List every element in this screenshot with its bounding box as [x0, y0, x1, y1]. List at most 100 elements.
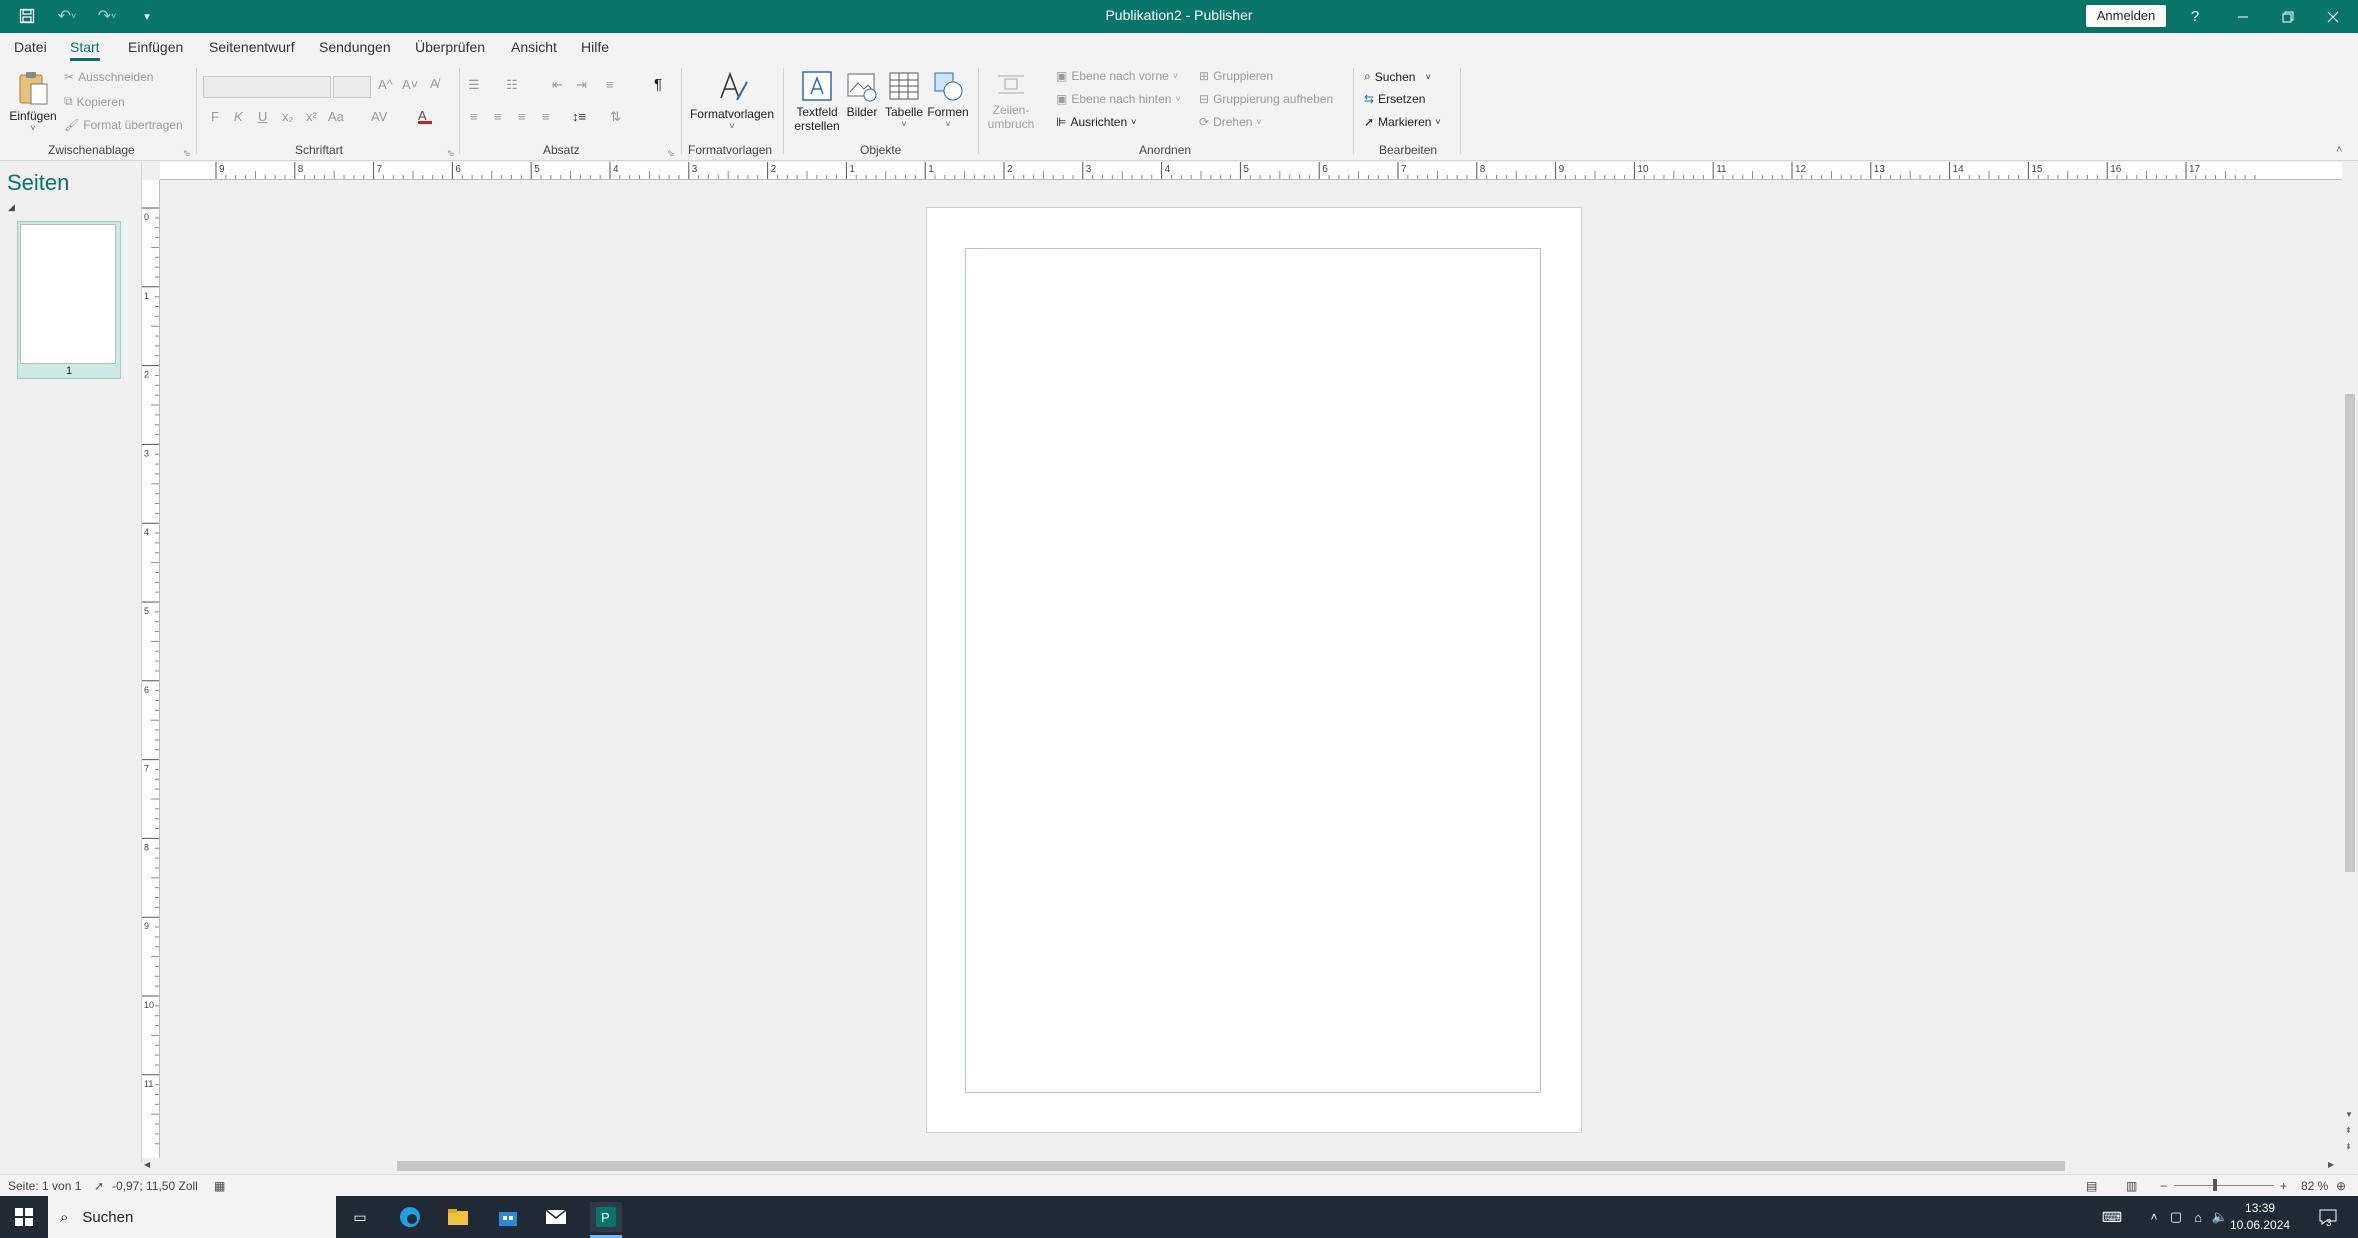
document-canvas[interactable] [160, 180, 2342, 1162]
collapse-triangle-icon[interactable]: ◢ [8, 202, 15, 213]
cut-button[interactable]: ✂ Ausschneiden [64, 70, 153, 84]
two-page-view-icon[interactable]: ▥ [2126, 1179, 2137, 1193]
page-thumbnail[interactable]: 1 [17, 221, 121, 379]
fit-page-icon[interactable]: ⊕ [2336, 1179, 2346, 1193]
tab-start[interactable]: Start [70, 39, 100, 61]
tab-seitenentwurf[interactable]: Seitenentwurf [209, 39, 295, 55]
bullets-icon[interactable]: ☰ [468, 77, 480, 93]
styles-button[interactable]: Formatvorlagen ˅ [686, 70, 778, 131]
italic-button[interactable]: K [234, 109, 243, 124]
underline-button[interactable]: U [258, 109, 267, 124]
scroll-right-icon[interactable]: ▶ [2328, 1160, 2334, 1169]
character-spacing-icon[interactable]: AV [371, 109, 387, 124]
font-color-icon[interactable]: A [418, 108, 432, 124]
copy-button[interactable]: ⧉ Kopieren [64, 94, 125, 109]
task-view-icon[interactable]: ▭ [344, 1202, 376, 1232]
vertical-scrollbar[interactable]: ▼ ⇞ ⇟ [2342, 162, 2358, 1162]
table-button[interactable]: Tabelle ˅ [882, 70, 926, 129]
decrease-indent-icon[interactable]: ⇤ [552, 77, 563, 93]
collapse-ribbon-icon[interactable]: ˄ [2336, 144, 2342, 156]
replace-button[interactable]: ⇆ Ersetzen [1364, 92, 1425, 106]
tab-sendungen[interactable]: Sendungen [319, 39, 391, 55]
scroll-left-icon[interactable]: ◀ [144, 1160, 150, 1169]
format-painter-button[interactable]: 🖌 Format übertragen [64, 118, 183, 132]
font-size-combo[interactable] [333, 76, 371, 98]
bring-forward-button[interactable]: ▣ Ebene nach vorne ˅ [1056, 69, 1178, 83]
line-spacing-icon[interactable]: ↕≡ [572, 109, 586, 124]
vertical-ruler[interactable]: 0 1 2 3 4 5 6 7 8 9 10 11 [142, 180, 160, 1162]
edge-icon[interactable] [394, 1202, 426, 1232]
scroll-down-icon[interactable]: ▼ [2345, 1110, 2353, 1119]
paste-button[interactable]: Einfügen ˅ [8, 70, 58, 133]
send-backward-button[interactable]: ▣ Ebene nach hinten ˅ [1056, 92, 1181, 106]
previous-page-icon[interactable]: ⇞ [2345, 1126, 2352, 1135]
bold-button[interactable]: F [211, 109, 219, 124]
zoom-level[interactable]: 82 % [2301, 1179, 2328, 1193]
taskbar-clock[interactable]: 13:39 10.06.2024 [2230, 1200, 2290, 1234]
taskbar-search-box[interactable]: ⌕ Suchen [48, 1196, 336, 1238]
shapes-button[interactable]: Formen ˅ [926, 70, 970, 129]
zoom-slider-thumb[interactable] [2213, 1179, 2217, 1191]
textbox-button[interactable]: Textfeld erstellen [790, 70, 844, 133]
file-explorer-icon[interactable] [442, 1202, 474, 1232]
macro-record-icon[interactable]: ▦ [214, 1179, 225, 1193]
zoom-out-icon[interactable]: − [2160, 1179, 2167, 1193]
columns-icon[interactable]: ≡ [606, 77, 614, 92]
justify-icon[interactable]: ≡ [542, 109, 550, 124]
ungroup-button[interactable]: ⊟ Gruppierung aufheben [1199, 92, 1333, 106]
mail-icon[interactable] [540, 1202, 572, 1232]
zoom-in-icon[interactable]: + [2280, 1179, 2287, 1193]
change-case-button[interactable]: Aa [328, 109, 344, 124]
rotate-button[interactable]: ⟳ Drehen ˅ [1199, 115, 1262, 129]
tab-ueberpruefen[interactable]: Überprüfen [415, 39, 485, 55]
single-page-view-icon[interactable]: ▤ [2086, 1179, 2097, 1193]
next-page-icon[interactable]: ⇟ [2345, 1142, 2352, 1151]
dialog-launcher-icon[interactable]: ⬂ [447, 148, 455, 159]
publication-page[interactable] [926, 207, 1582, 1133]
zoom-slider[interactable] [2174, 1185, 2274, 1186]
font-family-combo[interactable] [203, 76, 331, 98]
minimize-button[interactable] [2220, 0, 2266, 33]
tab-ansicht[interactable]: Ansicht [511, 39, 557, 55]
increase-indent-icon[interactable]: ⇥ [576, 77, 587, 93]
select-button[interactable]: ➚ Markieren ˅ [1364, 115, 1441, 129]
windows-start-icon[interactable] [8, 1202, 40, 1232]
page-info[interactable]: Seite: 1 von 1 [8, 1179, 81, 1193]
horizontal-scrollbar[interactable]: ◀ ▶ [142, 1158, 2342, 1174]
dialog-launcher-icon[interactable]: ⬂ [183, 148, 191, 159]
align-label: Ausrichten [1070, 115, 1128, 129]
paragraph-spacing-icon[interactable]: ⇅ [610, 109, 621, 125]
align-center-icon[interactable]: ≡ [494, 109, 502, 124]
publisher-taskbar-icon[interactable]: P [590, 1202, 622, 1232]
ribbon-separator [1353, 68, 1354, 154]
ruler-label: 14 [1953, 164, 1965, 175]
grow-font-button[interactable]: A^ [378, 77, 393, 92]
superscript-button[interactable]: x² [306, 109, 317, 124]
align-button[interactable]: ⊫ Ausrichten ˅ [1056, 115, 1136, 129]
dialog-launcher-icon[interactable]: ⬂ [667, 148, 675, 159]
store-icon[interactable] [492, 1202, 524, 1232]
restore-button[interactable] [2265, 0, 2311, 33]
wrap-text-button[interactable]: Zeilen- umbruch [986, 70, 1036, 131]
horizontal-ruler[interactable]: 9 8 7 6 5 4 3 2 1 1 2 3 4 5 6 7 8 9 10 11 12 13 14 15 16 17 [160, 162, 2342, 180]
subscript-button[interactable]: x₂ [282, 109, 294, 124]
keyboard-icon[interactable]: ⌨ [2096, 1202, 2128, 1232]
tab-einfuegen[interactable]: Einfügen [128, 39, 183, 55]
close-button[interactable] [2310, 0, 2356, 33]
horizontal-scrollbar-thumb[interactable] [397, 1161, 2065, 1171]
tab-datei[interactable]: Datei [14, 39, 47, 55]
vertical-scrollbar-thumb[interactable] [2345, 394, 2355, 872]
ruler-corner[interactable] [142, 162, 160, 180]
clear-format-icon[interactable]: A̸ [430, 76, 439, 91]
find-button[interactable]: ⌕ Suchen ˅ [1364, 69, 1431, 84]
signin-button[interactable]: Anmelden [2086, 5, 2166, 27]
shrink-font-button[interactable]: A˅ [402, 77, 418, 92]
pictures-button[interactable]: Bilder [844, 70, 880, 119]
group-button[interactable]: ⊞ Gruppieren [1199, 69, 1273, 83]
numbering-icon[interactable]: ☷ [506, 77, 518, 93]
show-marks-button[interactable]: ¶ [654, 76, 662, 93]
align-left-icon[interactable]: ≡ [470, 109, 478, 124]
align-right-icon[interactable]: ≡ [518, 109, 526, 124]
tab-hilfe[interactable]: Hilfe [581, 39, 609, 55]
help-button[interactable]: ? [2172, 0, 2218, 33]
